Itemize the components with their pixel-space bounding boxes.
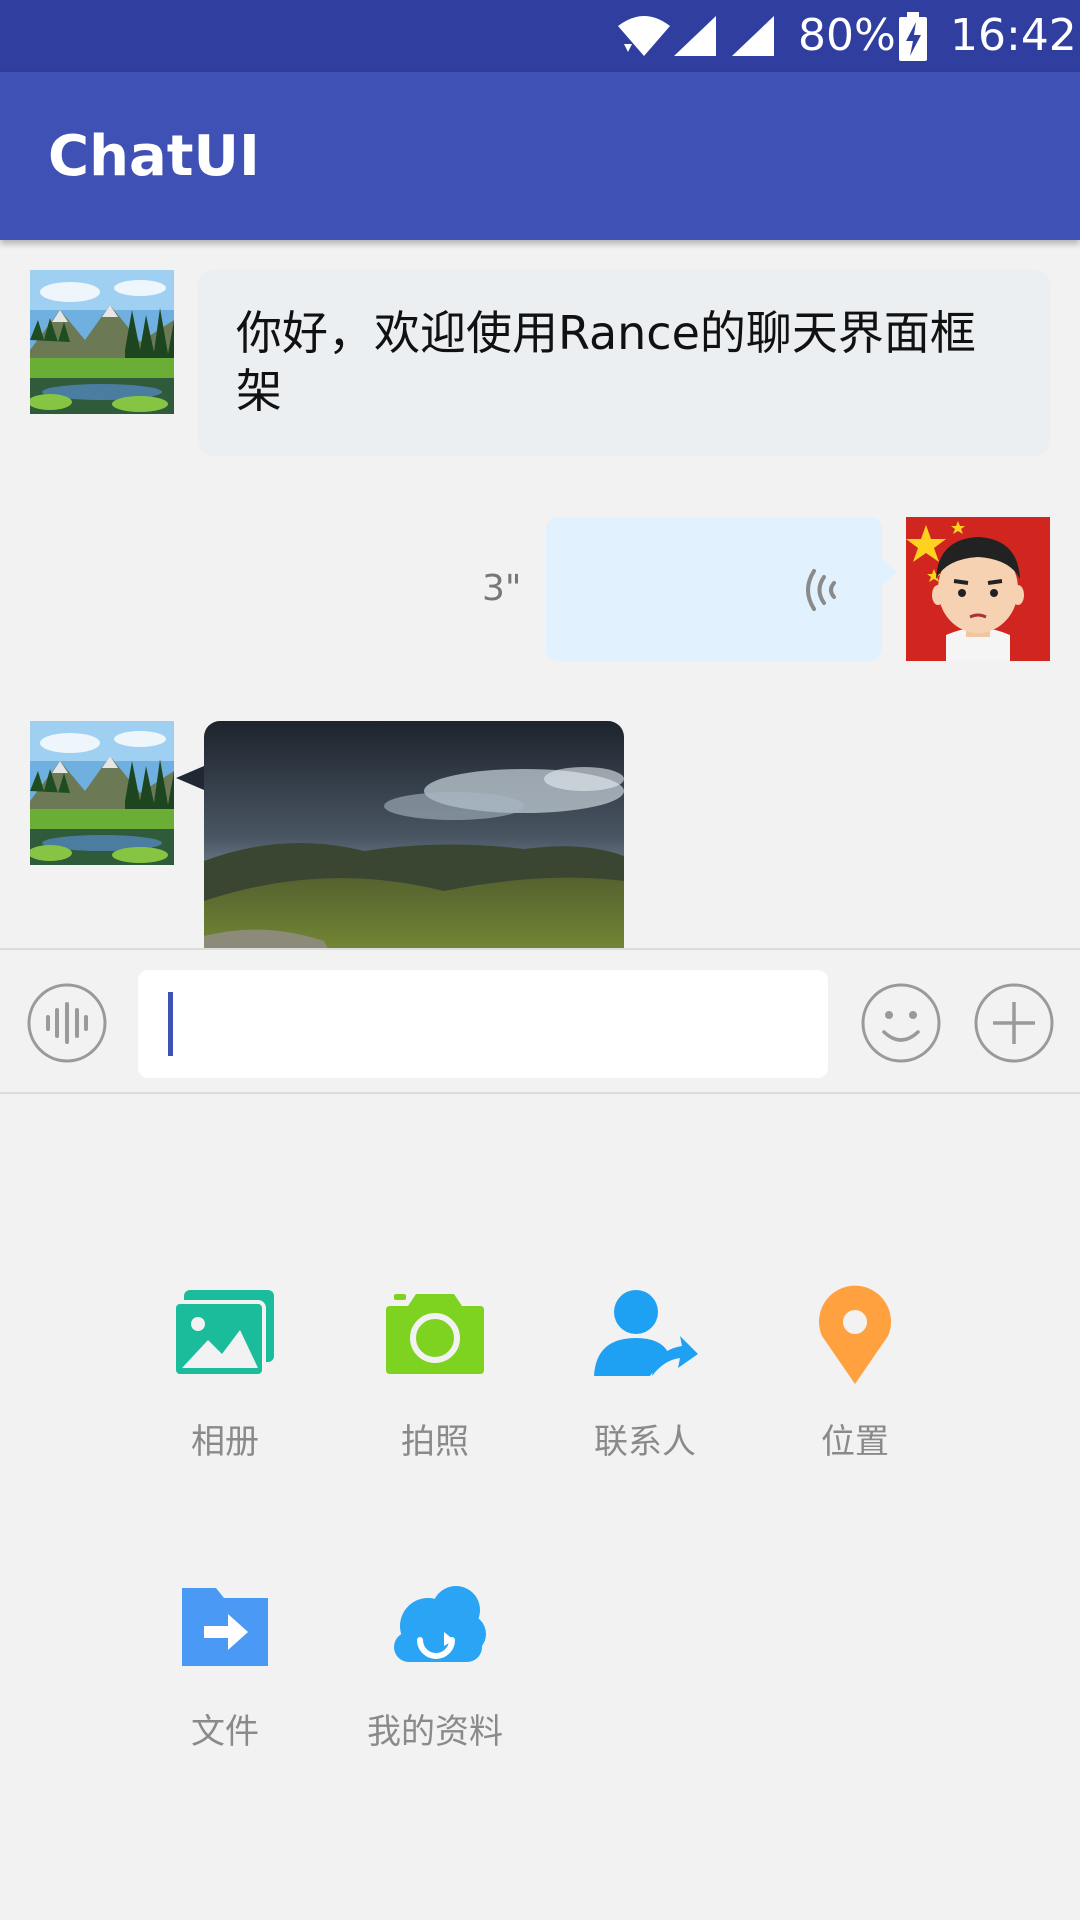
voice-bubble-tail <box>880 558 898 586</box>
location-button[interactable]: 位置 <box>745 1280 965 1463</box>
landscape-avatar[interactable] <box>30 721 174 865</box>
camera-button[interactable]: 拍照 <box>325 1280 545 1463</box>
app-title: ChatUI <box>48 124 260 189</box>
battery-charging-icon <box>899 12 927 61</box>
voice-message-bubble[interactable] <box>546 517 882 661</box>
status-bar: 80% 16:42 <box>0 0 1080 72</box>
signal-icon <box>732 16 774 56</box>
location-icon <box>819 1285 891 1384</box>
plus-icon[interactable] <box>973 982 1055 1064</box>
voice-wave-icon[interactable] <box>26 982 108 1064</box>
chat-list[interactable]: 你好，欢迎使用Rance的聊天界面框架 3" <box>0 240 1080 948</box>
voice-duration: 3" <box>482 568 522 609</box>
wifi-icon <box>618 16 670 56</box>
camera-icon <box>386 1294 484 1374</box>
cloud-icon <box>394 1586 486 1662</box>
album-button[interactable]: 相册 <box>115 1280 335 1463</box>
action-label: 文件 <box>191 1712 259 1752</box>
input-bar <box>0 948 1080 1094</box>
contact-button[interactable]: 联系人 <box>535 1280 755 1463</box>
action-label: 我的资料 <box>367 1712 503 1752</box>
battery-percent: 80% <box>798 10 896 61</box>
contact-icon <box>594 1290 698 1376</box>
action-label: 位置 <box>821 1422 889 1462</box>
voice-playback-icon <box>806 569 836 611</box>
file-icon <box>182 1588 268 1666</box>
more-actions-panel: 相册 拍照 联系人 位置 文件 我的资料 <box>0 1094 1080 1920</box>
emoji-icon[interactable] <box>860 982 942 1064</box>
image-bubble-tail <box>176 766 204 790</box>
message-text: 你好，欢迎使用Rance的聊天界面框架 <box>236 306 976 418</box>
cloudy-valley-photo[interactable] <box>204 721 624 948</box>
signal-icon <box>674 16 716 56</box>
cartoon-avatar[interactable] <box>906 517 1050 661</box>
text-message-bubble[interactable]: 你好，欢迎使用Rance的聊天界面框架 <box>198 270 1050 456</box>
my-profile-button[interactable]: 我的资料 <box>325 1570 545 1753</box>
action-label: 联系人 <box>594 1422 696 1462</box>
album-icon <box>172 1290 274 1378</box>
action-label: 相册 <box>191 1422 259 1462</box>
message-input[interactable] <box>138 970 828 1078</box>
file-button[interactable]: 文件 <box>115 1570 335 1753</box>
clock: 16:42 <box>950 10 1077 61</box>
text-cursor <box>168 992 173 1056</box>
app-bar: ChatUI <box>0 72 1080 240</box>
action-label: 拍照 <box>401 1422 469 1462</box>
landscape-avatar[interactable] <box>30 270 174 414</box>
